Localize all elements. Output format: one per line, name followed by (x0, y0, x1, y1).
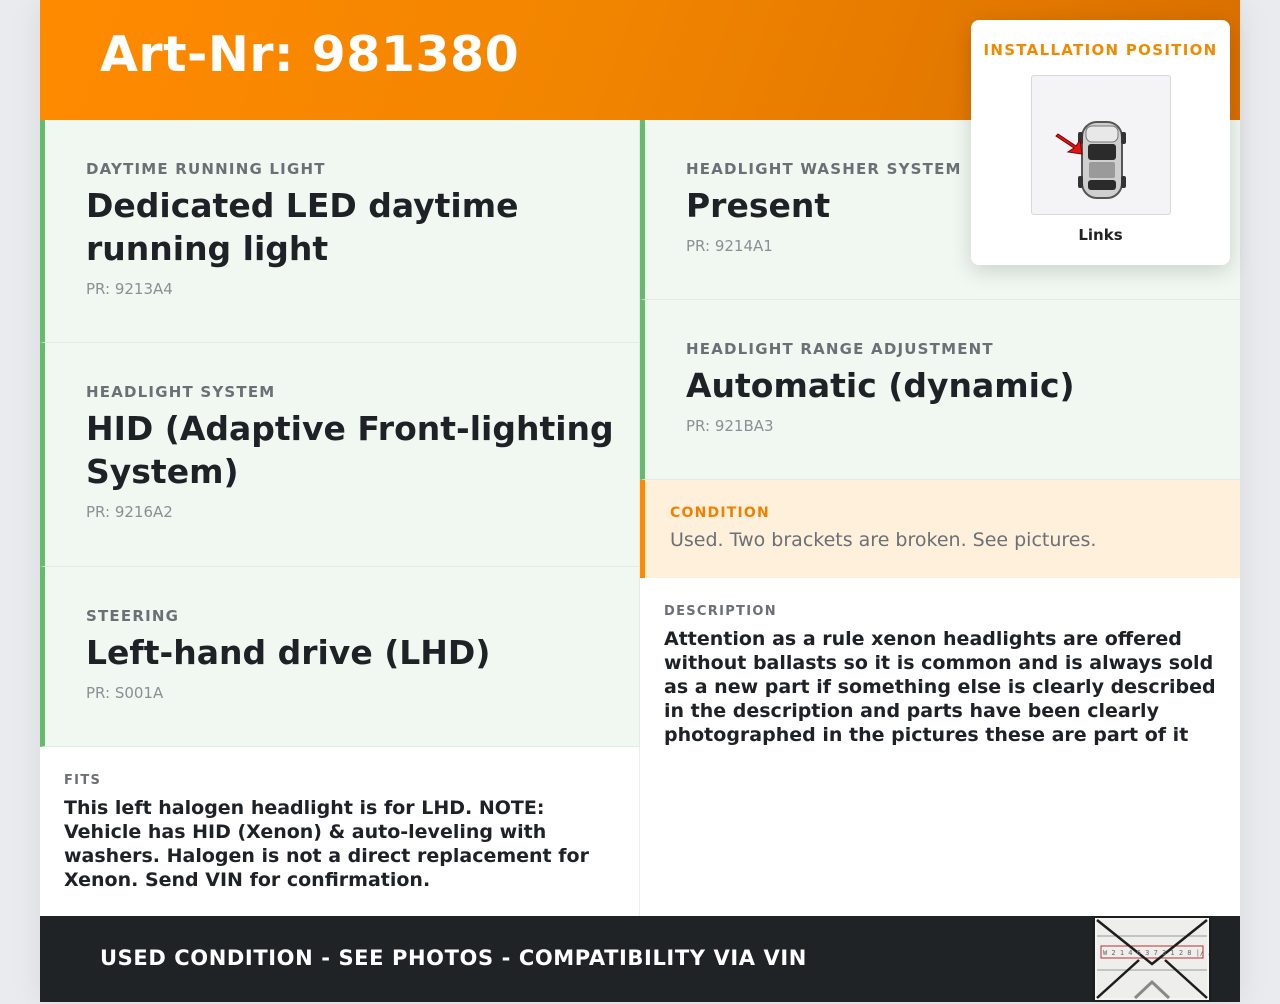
description-text: Attention as a rule xenon headlights are… (664, 628, 1216, 746)
fits-section: FITS This left halogen headlight is for … (40, 747, 640, 917)
spec-label: HEADLIGHT SYSTEM (86, 383, 276, 401)
installation-position-image[interactable] (1031, 75, 1171, 215)
spec-value: Left-hand drive (LHD) (86, 633, 491, 672)
footer-text: USED CONDITION - SEE PHOTOS - COMPATIBIL… (100, 946, 807, 970)
car-top-view-icon (1055, 121, 1126, 199)
installation-position-card: INSTALLATION POSITION Links (971, 20, 1230, 265)
fits-text: This left halogen headlight is for LHD. … (64, 797, 589, 891)
spec-label: DAYTIME RUNNING LIGHT (86, 160, 326, 178)
description-section: DESCRIPTION Attention as a rule xenon he… (640, 578, 1240, 916)
condition-section: CONDITION Used. Two brackets are broken.… (640, 480, 1240, 578)
page-title: Art-Nr: 981380 (100, 26, 520, 83)
footer-banner: USED CONDITION - SEE PHOTOS - COMPATIBIL… (40, 916, 1280, 1002)
spec-headlight-system: HEADLIGHT SYSTEM HID (Adaptive Front-lig… (40, 343, 640, 567)
spec-value: Automatic (dynamic) (686, 366, 1075, 405)
left-column: DAYTIME RUNNING LIGHT Dedicated LED dayt… (40, 120, 640, 917)
envelope-stamp-icon: W 2 1 4 6 3 7 3 1 2 8 |/ A... Merc...-Be… (1096, 919, 1280, 1000)
spec-pr-code: PR: 9213A4 (86, 280, 173, 298)
page: Art-Nr: 981380 DAYTIME RUNNING LIGHT Ded… (40, 0, 1280, 1002)
spec-pr-code: PR: S001A (86, 684, 164, 702)
stamp-text: W 2 1 4 6 3 7 3 1 2 8 |/ A... Merc...-Be… (1103, 949, 1209, 957)
spec-value: HID (Adaptive Front-lighting System) (86, 409, 614, 491)
spec-pr-code: PR: 921BA3 (686, 417, 774, 435)
installation-position-caption: Links (1078, 226, 1123, 244)
condition-text: Used. Two brackets are broken. See pictu… (670, 529, 1097, 551)
spec-pr-code: PR: 9216A2 (86, 503, 173, 521)
description-label: DESCRIPTION (664, 604, 777, 619)
spec-daytime-running-light: DAYTIME RUNNING LIGHT Dedicated LED dayt… (40, 120, 640, 343)
spec-headlight-range-adjustment: HEADLIGHT RANGE ADJUSTMENT Automatic (dy… (640, 300, 1240, 480)
installation-position-label: INSTALLATION POSITION (983, 41, 1218, 59)
spec-value: Dedicated LED daytime running light (86, 186, 519, 268)
condition-label: CONDITION (670, 505, 770, 521)
spec-label: HEADLIGHT RANGE ADJUSTMENT (686, 340, 994, 358)
footer-stamp-image[interactable]: W 2 1 4 6 3 7 3 1 2 8 |/ A... Merc...-Be… (1093, 916, 1280, 1002)
fits-label: FITS (64, 773, 102, 788)
spec-label: STEERING (86, 607, 180, 625)
spec-steering: STEERING Left-hand drive (LHD) PR: S001A (40, 567, 640, 747)
